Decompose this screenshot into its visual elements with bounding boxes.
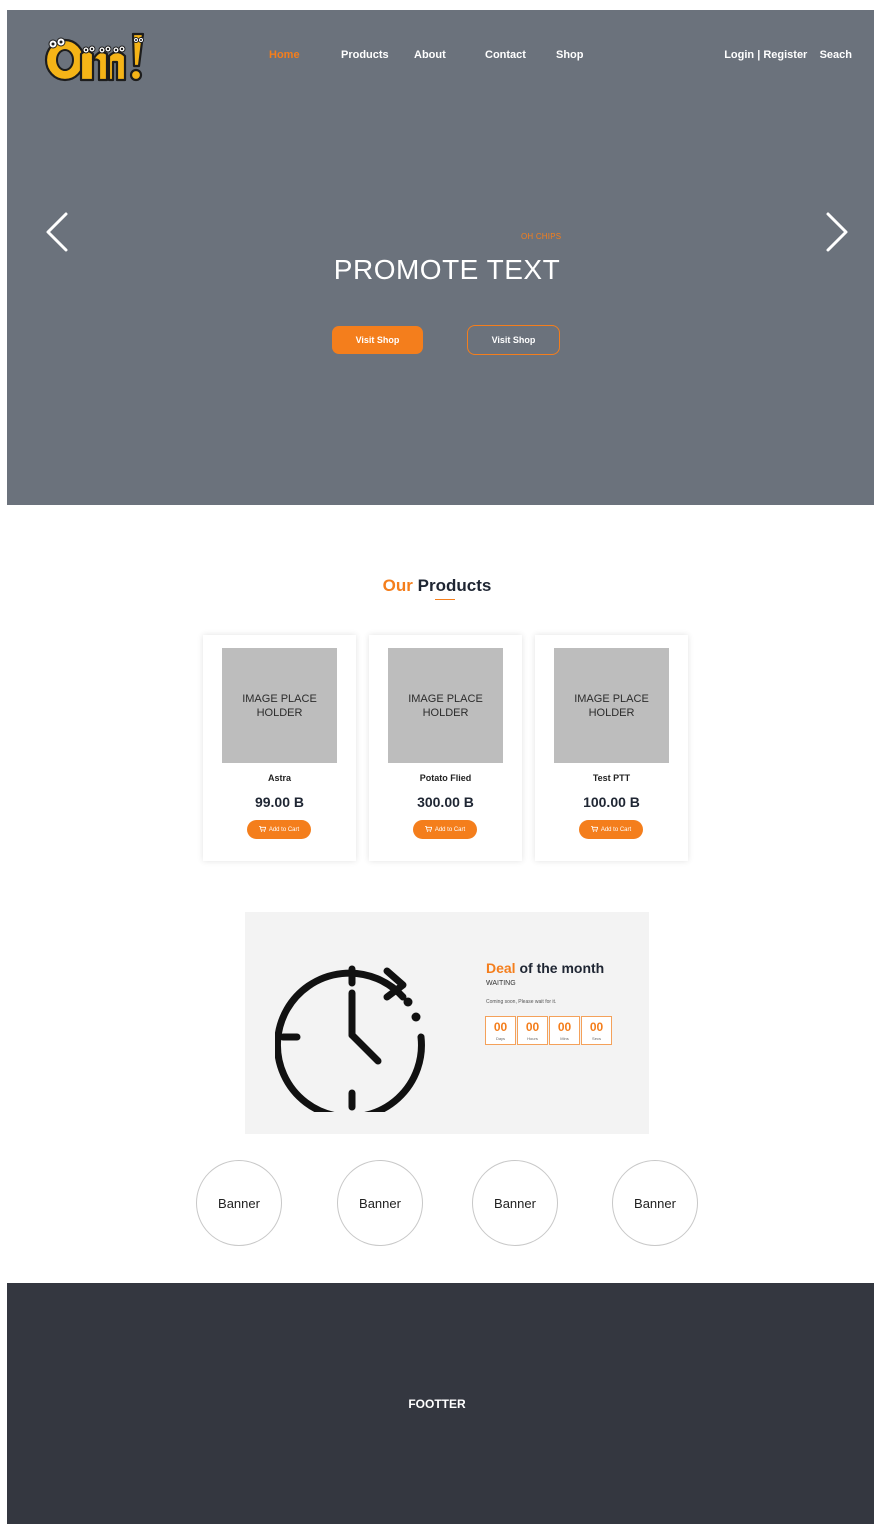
hero-section: Home Products About Contact Shop Login |… xyxy=(7,10,874,505)
banner-circle[interactable]: Banner xyxy=(196,1160,282,1246)
product-image-placeholder: IMAGE PLACE HOLDER xyxy=(554,648,669,763)
product-image-placeholder: IMAGE PLACE HOLDER xyxy=(222,648,337,763)
countdown-hours: 00 Hours xyxy=(517,1016,548,1045)
product-price: 300.00 B xyxy=(417,794,474,810)
add-to-cart-button[interactable]: Add to Cart xyxy=(247,820,311,839)
countdown-value: 00 xyxy=(493,1019,508,1034)
countdown-mins: 00 Mins xyxy=(549,1016,580,1045)
nav-about[interactable]: About xyxy=(414,49,446,61)
product-price: 100.00 B xyxy=(583,794,640,810)
products-title-rest: Products xyxy=(417,576,492,595)
banner-circle[interactable]: Banner xyxy=(612,1160,698,1246)
countdown-label: Hours xyxy=(527,1035,538,1041)
countdown-label: Mins xyxy=(560,1035,569,1041)
cart-icon xyxy=(590,825,599,834)
product-price: 99.00 B xyxy=(254,794,305,810)
product-card[interactable]: IMAGE PLACE HOLDER Astra 99.00 B Add to … xyxy=(203,635,356,861)
deal-title-rest: of the month xyxy=(519,960,605,976)
add-to-cart-label: Add to Cart xyxy=(268,826,300,833)
countdown-label: Secs xyxy=(592,1035,601,1041)
hero-title: PROMOTE TEXT xyxy=(333,254,561,285)
product-image-placeholder: IMAGE PLACE HOLDER xyxy=(388,648,503,763)
countdown-label: Days xyxy=(495,1035,506,1041)
hero-subtitle: OH CHIPS xyxy=(521,232,562,241)
footer-text: FOOTTER xyxy=(408,1396,466,1411)
product-card[interactable]: IMAGE PLACE HOLDER Test PTT 100.00 B Add… xyxy=(535,635,688,861)
product-card[interactable]: IMAGE PLACE HOLDER Potato Flied 300.00 B… xyxy=(369,635,522,861)
nav-home[interactable]: Home xyxy=(269,49,300,61)
login-register-link[interactable]: Login | Register xyxy=(724,49,807,61)
cart-icon xyxy=(424,825,433,834)
product-name: Astra xyxy=(267,773,291,783)
countdown-value: 00 xyxy=(557,1019,572,1034)
nav-contact[interactable]: Contact xyxy=(485,49,526,61)
countdown-secs: 00 Secs xyxy=(581,1016,612,1045)
add-to-cart-button[interactable]: Add to Cart xyxy=(579,820,643,839)
add-to-cart-button[interactable]: Add to Cart xyxy=(413,820,477,839)
carousel-prev-button[interactable] xyxy=(42,210,72,254)
cart-icon xyxy=(258,825,267,834)
brand-logo[interactable] xyxy=(41,28,153,86)
visit-shop-outline-button[interactable]: Visit Shop xyxy=(467,325,560,355)
deal-title-accent: Deal xyxy=(486,960,516,976)
banner-circle[interactable]: Banner xyxy=(337,1160,423,1246)
add-to-cart-label: Add to Cart xyxy=(434,826,466,833)
deal-status: WAITING xyxy=(486,980,516,987)
deal-note: Coming soon, Please wait for it. xyxy=(486,999,557,1005)
deal-of-month-section: Deal of the month WAITING Coming soon, P… xyxy=(245,912,649,1134)
nav-products[interactable]: Products xyxy=(341,49,389,61)
search-link[interactable]: Seach xyxy=(820,49,852,61)
product-name: Potato Flied xyxy=(419,773,472,783)
footer: FOOTTER xyxy=(7,1283,874,1524)
countdown-timer: 00 Days 00 Hours 00 Mins 00 Secs xyxy=(485,1016,612,1045)
banner-circle[interactable]: Banner xyxy=(472,1160,558,1246)
clock-icon xyxy=(273,957,430,1121)
nav-shop[interactable]: Shop xyxy=(556,49,584,61)
countdown-days: 00 Days xyxy=(485,1016,516,1045)
add-to-cart-label: Add to Cart xyxy=(600,826,632,833)
deal-title: Deal of the month xyxy=(486,960,604,976)
products-title-accent: Our xyxy=(382,576,413,595)
header-actions: Login | Register Seach xyxy=(724,49,852,61)
product-name: Test PTT xyxy=(592,773,631,783)
products-section-title: Our Products xyxy=(0,576,874,596)
carousel-next-button[interactable] xyxy=(822,210,852,254)
countdown-value: 00 xyxy=(525,1019,540,1034)
countdown-value: 00 xyxy=(589,1019,604,1034)
visit-shop-button[interactable]: Visit Shop xyxy=(332,326,423,354)
title-underline xyxy=(435,599,455,600)
